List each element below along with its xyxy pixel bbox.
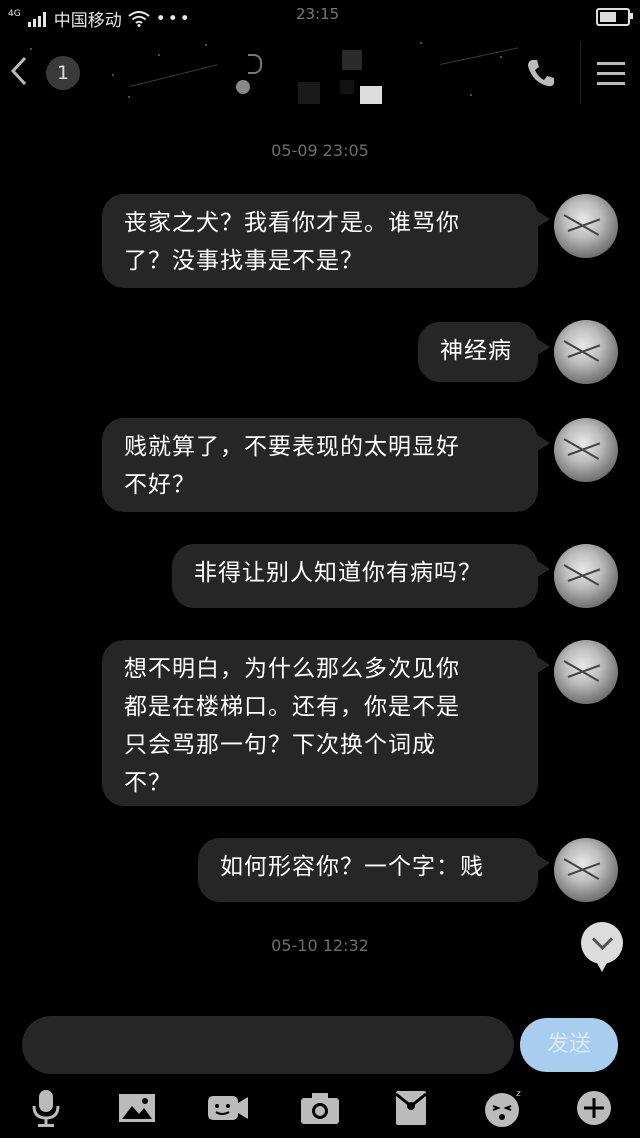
avatar[interactable] xyxy=(554,640,618,704)
scroll-to-bottom-button[interactable] xyxy=(581,922,623,972)
phone-call-button[interactable] xyxy=(524,56,558,90)
plus-icon xyxy=(577,1091,611,1125)
network-type: 4G xyxy=(8,8,21,19)
message-line: 神经病 xyxy=(440,338,512,364)
message-line: 贱就算了，不要表现的太明显好 xyxy=(124,434,460,460)
back-button[interactable] xyxy=(8,54,34,88)
camera-icon xyxy=(301,1093,339,1124)
status-bar: 4G 中国移动 ••• 23:15 xyxy=(0,0,640,34)
avatar[interactable] xyxy=(554,194,618,258)
message-line: 丧家之犬？我看你才是。谁骂你 xyxy=(124,210,460,236)
wifi-icon xyxy=(128,10,150,27)
video-call-icon xyxy=(208,1096,248,1120)
message-bubble[interactable]: 非得让别人知道你有病吗？ xyxy=(172,544,550,608)
send-button[interactable]: 发送 xyxy=(520,1018,618,1072)
image-icon xyxy=(119,1094,155,1122)
voice-button[interactable] xyxy=(24,1086,68,1130)
svg-text:z: z xyxy=(516,1089,521,1099)
input-toolbar: z xyxy=(0,1078,640,1138)
status-left: 4G 中国移动 ••• xyxy=(8,6,192,32)
message-bubble[interactable]: 如何形容你？一个字：贱 xyxy=(198,838,550,902)
unread-count-badge[interactable]: 1 xyxy=(46,56,80,90)
message-line: 了？没事找事是不是？ xyxy=(124,248,364,274)
message-line: 非得让别人知道你有病吗？ xyxy=(194,560,482,586)
contact-title-censored xyxy=(232,50,392,110)
more-plus-button[interactable] xyxy=(574,1086,618,1130)
message-input[interactable] xyxy=(22,1016,514,1074)
signal-icon xyxy=(27,11,46,27)
camera-button[interactable] xyxy=(298,1086,342,1130)
avatar[interactable] xyxy=(554,838,618,902)
chat-header: 1 xyxy=(0,34,640,118)
battery-icon xyxy=(596,8,633,26)
message-line: 只会骂那一句？下次换个词成 xyxy=(124,732,436,758)
menu-button[interactable] xyxy=(580,42,640,104)
emoji-button[interactable]: z xyxy=(482,1086,526,1130)
timestamp-2: 05-10 12:32 xyxy=(271,936,369,955)
back-chevron-icon xyxy=(10,56,27,86)
avatar[interactable] xyxy=(554,320,618,384)
red-packet-icon xyxy=(395,1091,427,1125)
emoji-icon: z xyxy=(485,1089,521,1127)
more-dots: ••• xyxy=(155,8,192,29)
microphone-icon xyxy=(32,1090,60,1127)
message-bubble[interactable]: 神经病 xyxy=(418,322,550,382)
avatar[interactable] xyxy=(554,544,618,608)
message-line: 都是在楼梯口。还有，你是不是 xyxy=(124,694,460,720)
timestamp-1: 05-09 23:05 xyxy=(271,141,369,160)
red-packet-button[interactable] xyxy=(389,1086,433,1130)
status-time: 23:15 xyxy=(296,5,340,23)
message-bubble[interactable]: 丧家之犬？我看你才是。谁骂你 了？没事找事是不是？ xyxy=(102,194,550,288)
message-line: 想不明白，为什么那么多次见你 xyxy=(124,656,460,682)
phone-icon xyxy=(528,60,554,87)
message-line: 不？ xyxy=(124,770,172,796)
message-bubble[interactable]: 贱就算了，不要表现的太明显好 不好？ xyxy=(102,418,550,512)
avatar[interactable] xyxy=(554,418,618,482)
carrier-name: 中国移动 xyxy=(53,11,122,31)
message-line: 不好？ xyxy=(124,472,196,498)
message-bubble[interactable]: 想不明白，为什么那么多次见你 都是在楼梯口。还有，你是不是 只会骂那一句？下次换… xyxy=(102,640,550,806)
image-button[interactable] xyxy=(115,1086,159,1130)
message-line: 如何形容你？一个字：贱 xyxy=(220,854,484,880)
video-call-button[interactable] xyxy=(206,1086,250,1130)
